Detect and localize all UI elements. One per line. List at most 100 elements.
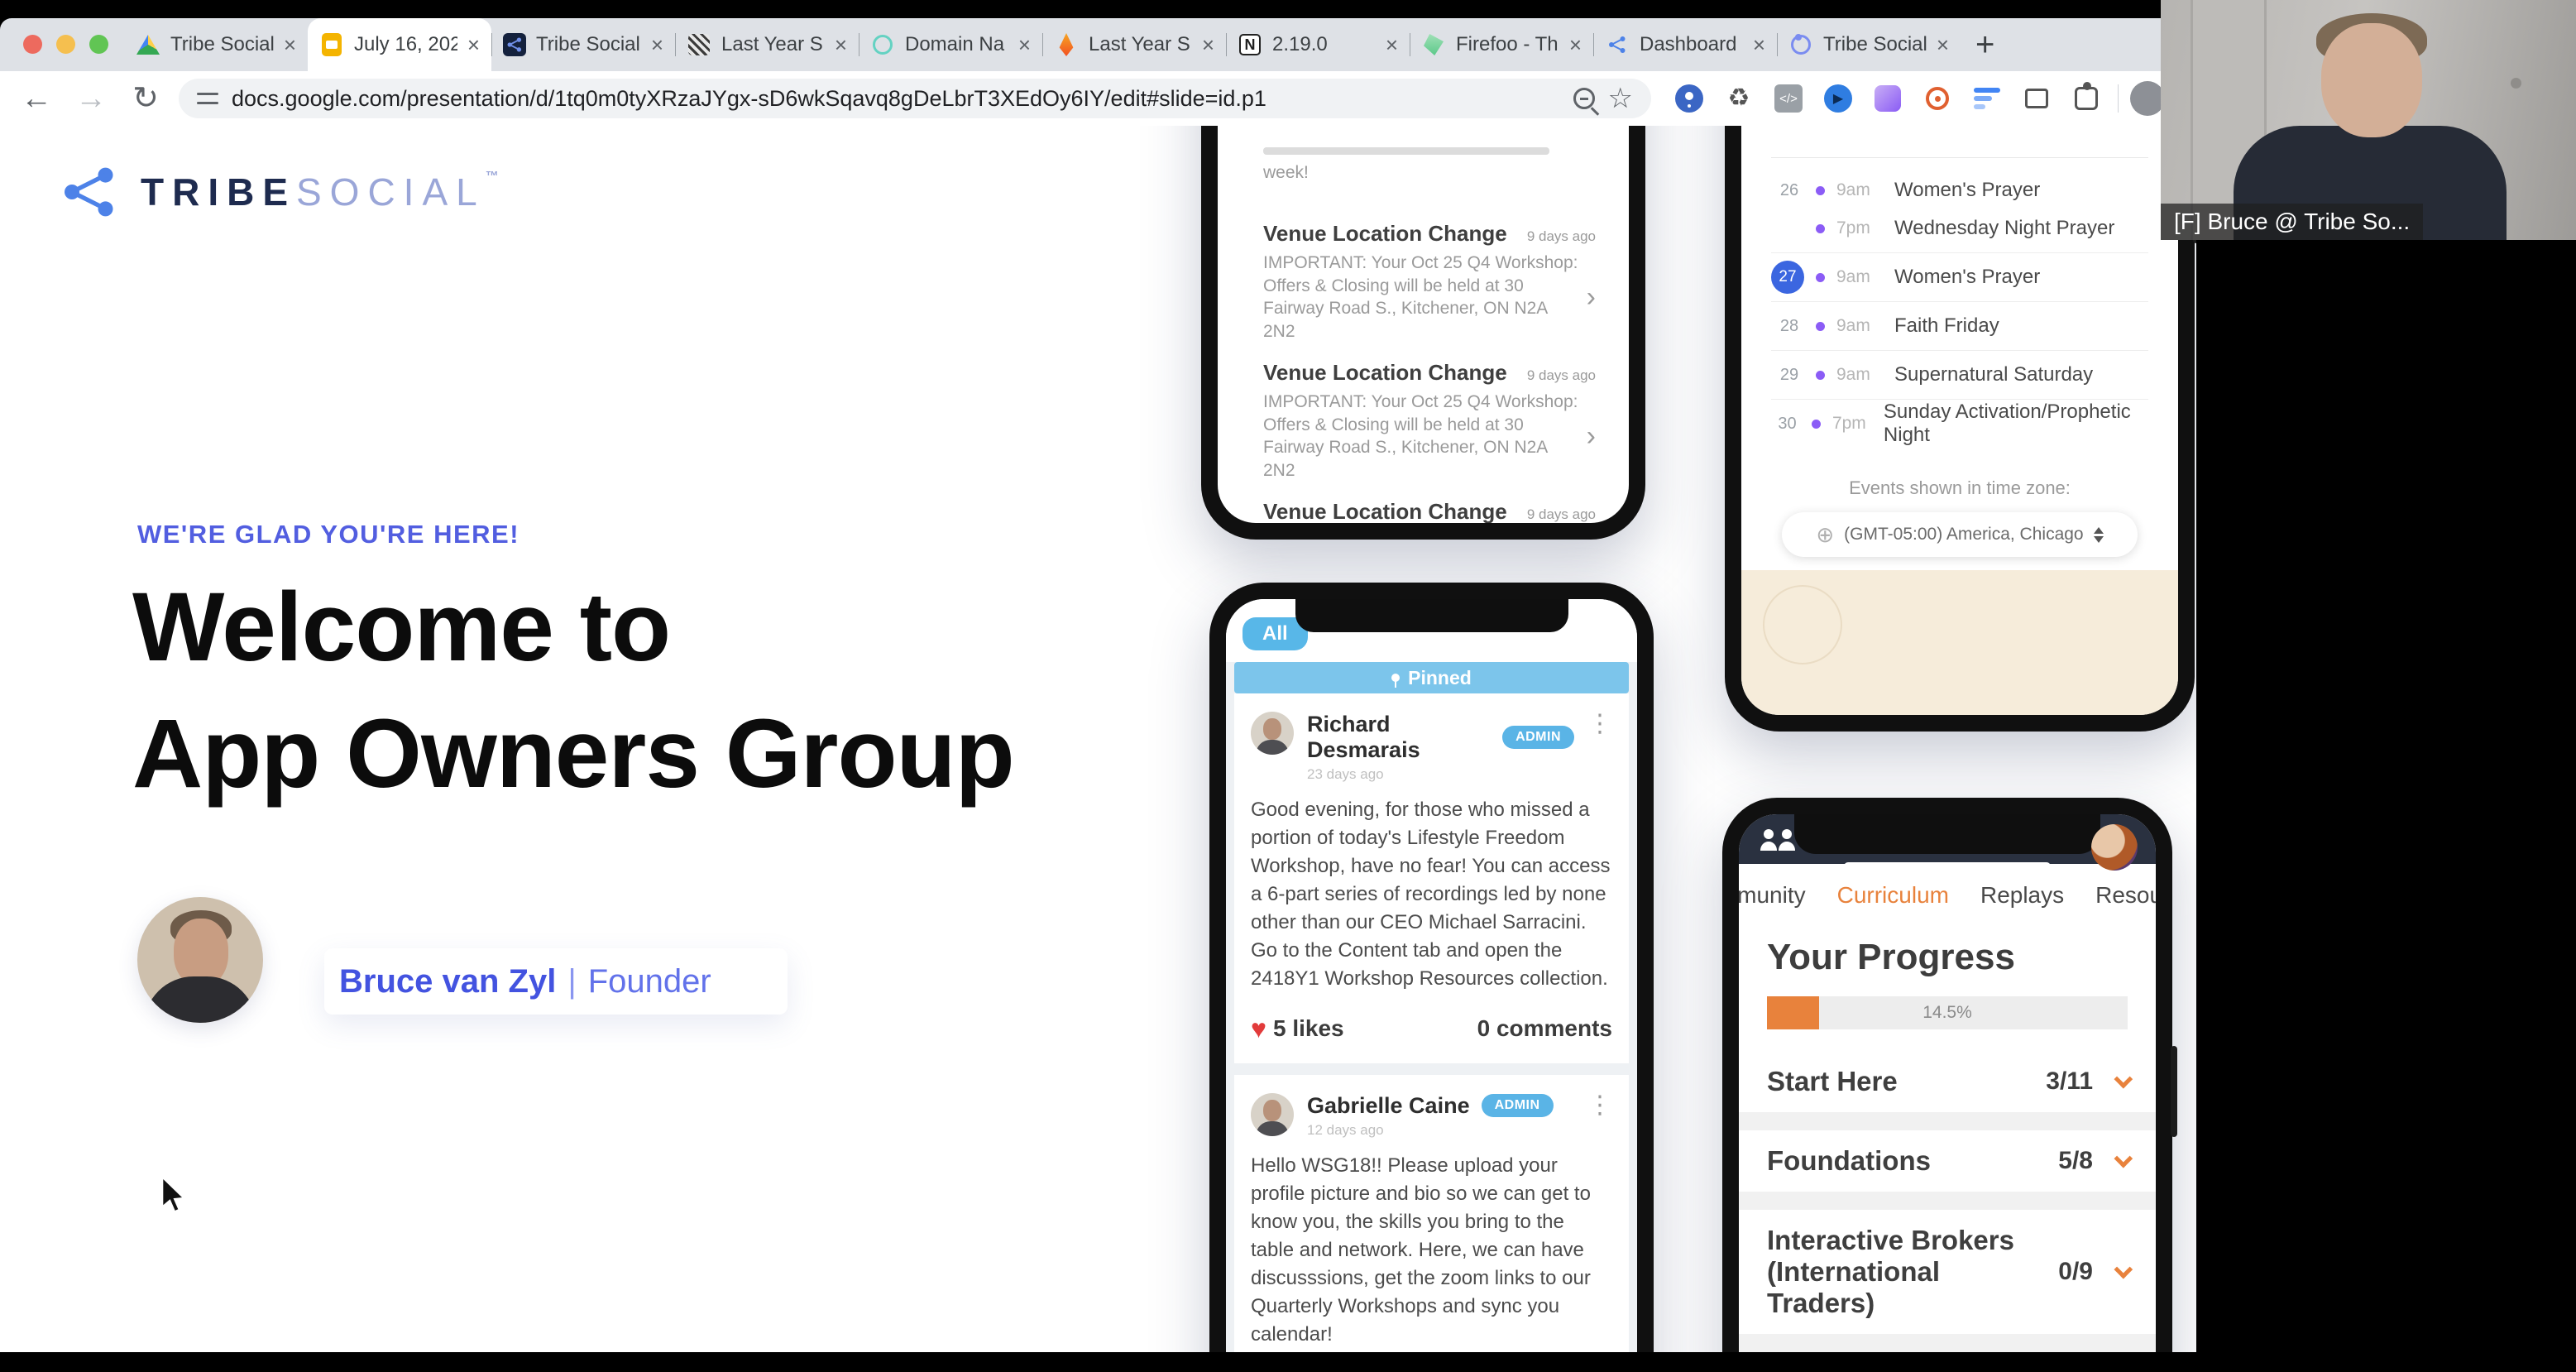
nav-replays: Replays xyxy=(1980,882,2064,909)
speaker-head xyxy=(2321,23,2422,137)
close-tab-icon[interactable]: × xyxy=(1386,34,1398,55)
maximize-window-icon[interactable] xyxy=(89,35,108,54)
password-manager-icon[interactable] xyxy=(1674,84,1704,113)
event-dot-icon xyxy=(1812,420,1821,429)
sort-arrows-icon xyxy=(2094,527,2104,543)
tab-last-year-1[interactable]: Last Year S × xyxy=(675,18,859,71)
progress-percent: 14.5% xyxy=(1767,996,2128,1029)
avatar xyxy=(2091,824,2138,871)
drive-icon xyxy=(136,32,160,57)
today-date-badge: 27 xyxy=(1771,261,1804,294)
ring-icon xyxy=(1788,32,1813,57)
community-people-icon xyxy=(1759,828,1798,856)
tab-strip: Tribe Social × July 16, 202 × Tribe Soci… xyxy=(0,18,2196,71)
tag-bars-extension-icon[interactable] xyxy=(1972,84,2002,113)
toolbar-divider xyxy=(2118,84,2119,113)
orange-ring-extension-icon[interactable] xyxy=(1922,84,1952,113)
tab-tribe-social[interactable]: Tribe Social × xyxy=(491,18,675,71)
slide-canvas: TRIBESOCIAL™ WE'RE GLAD YOU'RE HERE! Wel… xyxy=(0,126,2196,1352)
close-tab-icon[interactable]: × xyxy=(1018,34,1031,55)
course-section: Foundations 5/8 xyxy=(1739,1130,2156,1192)
slides-icon xyxy=(319,32,344,57)
tab-notion-2190[interactable]: N 2.19.0 × xyxy=(1226,18,1410,71)
pin-icon xyxy=(1391,674,1400,682)
admin-badge: ADMIN xyxy=(1502,726,1574,749)
back-button[interactable]: ← xyxy=(15,83,58,114)
feed-post: Richard Desmarais ADMIN 23 days ago ⋮ Go… xyxy=(1234,693,1629,1063)
tribe-social-logo: TRIBESOCIAL™ xyxy=(60,162,499,222)
browser-profile-avatar[interactable] xyxy=(2130,81,2165,116)
purple-extension-icon[interactable] xyxy=(1873,84,1903,113)
tab-last-year-2[interactable]: Last Year S × xyxy=(1042,18,1226,71)
event-row: 28 9am Faith Friday xyxy=(1771,307,2148,345)
close-tab-icon[interactable]: × xyxy=(1202,34,1214,55)
phone-mockup-progress: OPTIONS TRADER Community Curriculum Repl… xyxy=(1722,798,2172,1352)
new-tab-button[interactable]: + xyxy=(1975,28,1994,61)
code-extension-icon[interactable]: </> xyxy=(1774,84,1803,113)
zoom-out-icon[interactable] xyxy=(1573,88,1595,109)
nav-resources: Resources xyxy=(2095,882,2156,909)
globe-icon: ⊕ xyxy=(1816,524,1834,545)
progress-bar: 14.5% xyxy=(1767,996,2128,1029)
fullscreen-extension-icon[interactable] xyxy=(2022,84,2052,113)
address-bar[interactable]: docs.google.com/presentation/d/1tq0m0tyX… xyxy=(179,79,1651,118)
timezone-selector: ⊕ (GMT-05:00) America, Chicago xyxy=(1782,512,2138,557)
forward-button[interactable]: → xyxy=(69,83,113,114)
avatar xyxy=(1251,1093,1294,1136)
share-icon xyxy=(1605,32,1630,57)
close-tab-icon[interactable]: × xyxy=(1937,34,1949,55)
tab-dashboard[interactable]: Dashboard × xyxy=(1593,18,1777,71)
event-dot-icon xyxy=(1816,371,1825,380)
phone-notch xyxy=(1295,599,1568,632)
pinned-banner: Pinned xyxy=(1234,662,1629,693)
mouse-cursor xyxy=(159,1175,192,1219)
heart-icon: ♥ xyxy=(1251,1015,1266,1042)
event-dot-icon xyxy=(1816,186,1825,195)
webcam-overlay[interactable]: [F] Bruce @ Tribe So... xyxy=(2161,0,2576,240)
founder-name: Bruce van Zyl xyxy=(339,963,556,1000)
kebab-menu-icon: ⋮ xyxy=(1587,1093,1612,1118)
slide-title-line1: Welcome to xyxy=(132,564,1014,691)
tab-domain-names[interactable]: Domain Na × xyxy=(859,18,1042,71)
event-dot-icon xyxy=(1816,322,1825,331)
browser-toolbar: ← → ↻ docs.google.com/presentation/d/1tq… xyxy=(0,71,2196,126)
close-tab-icon[interactable]: × xyxy=(284,34,296,55)
event-row: 7pm Wednesday Night Prayer xyxy=(1771,209,2148,247)
slide-eyebrow: WE'RE GLAD YOU'RE HERE! xyxy=(137,520,520,549)
scribble-icon xyxy=(687,32,711,57)
phone-notch xyxy=(1794,814,2100,854)
tab-firefoo[interactable]: Firefoo - Th × xyxy=(1410,18,1593,71)
share-icon xyxy=(60,162,119,222)
tab-tribe-social-drive[interactable]: Tribe Social × xyxy=(124,18,308,71)
godaddy-icon xyxy=(870,32,895,57)
timezone-label: Events shown in time zone: xyxy=(1771,477,2148,499)
event-dot-icon xyxy=(1816,273,1825,282)
tab-july-16-slides[interactable]: July 16, 202 × xyxy=(308,18,491,71)
phone-screen-image xyxy=(1741,570,2178,715)
minimize-window-icon[interactable] xyxy=(56,35,75,54)
recycle-icon[interactable]: ♻ xyxy=(1724,84,1754,113)
video-play-extension-icon[interactable]: ▶ xyxy=(1823,84,1853,113)
extensions-puzzle-icon[interactable] xyxy=(2071,84,2101,113)
extension-icons: ♻ </> ▶ xyxy=(1674,84,2101,113)
event-row: 30 7pm Sunday Activation/Prophetic Night xyxy=(1771,405,2148,443)
chevron-down-icon xyxy=(2114,1149,2133,1168)
close-window-icon[interactable] xyxy=(23,35,42,54)
close-tab-icon[interactable]: × xyxy=(1753,34,1765,55)
close-tab-icon[interactable]: × xyxy=(651,34,663,55)
notification-item: Venue Location Change9 days ago IMPORTAN… xyxy=(1263,499,1596,523)
tune-icon[interactable] xyxy=(197,90,218,107)
close-tab-icon[interactable]: × xyxy=(1569,34,1582,55)
url-text[interactable]: docs.google.com/presentation/d/1tq0m0tyX… xyxy=(232,86,1560,112)
tab-tribe-social-2[interactable]: Tribe Social × xyxy=(1777,18,1961,71)
bookmark-star-icon[interactable]: ☆ xyxy=(1608,84,1633,113)
close-tab-icon[interactable]: × xyxy=(835,34,847,55)
close-tab-icon[interactable]: × xyxy=(467,34,480,55)
tabs: Tribe Social × July 16, 202 × Tribe Soci… xyxy=(124,18,1994,71)
event-dot-icon xyxy=(1816,224,1825,233)
reload-button[interactable]: ↻ xyxy=(124,83,167,114)
macos-traffic-lights[interactable] xyxy=(23,35,108,54)
app-nav: Community Curriculum Replays Resources xyxy=(1739,882,2156,909)
kebab-menu-icon: ⋮ xyxy=(1587,712,1612,736)
nav-community: Community xyxy=(1739,882,1806,909)
